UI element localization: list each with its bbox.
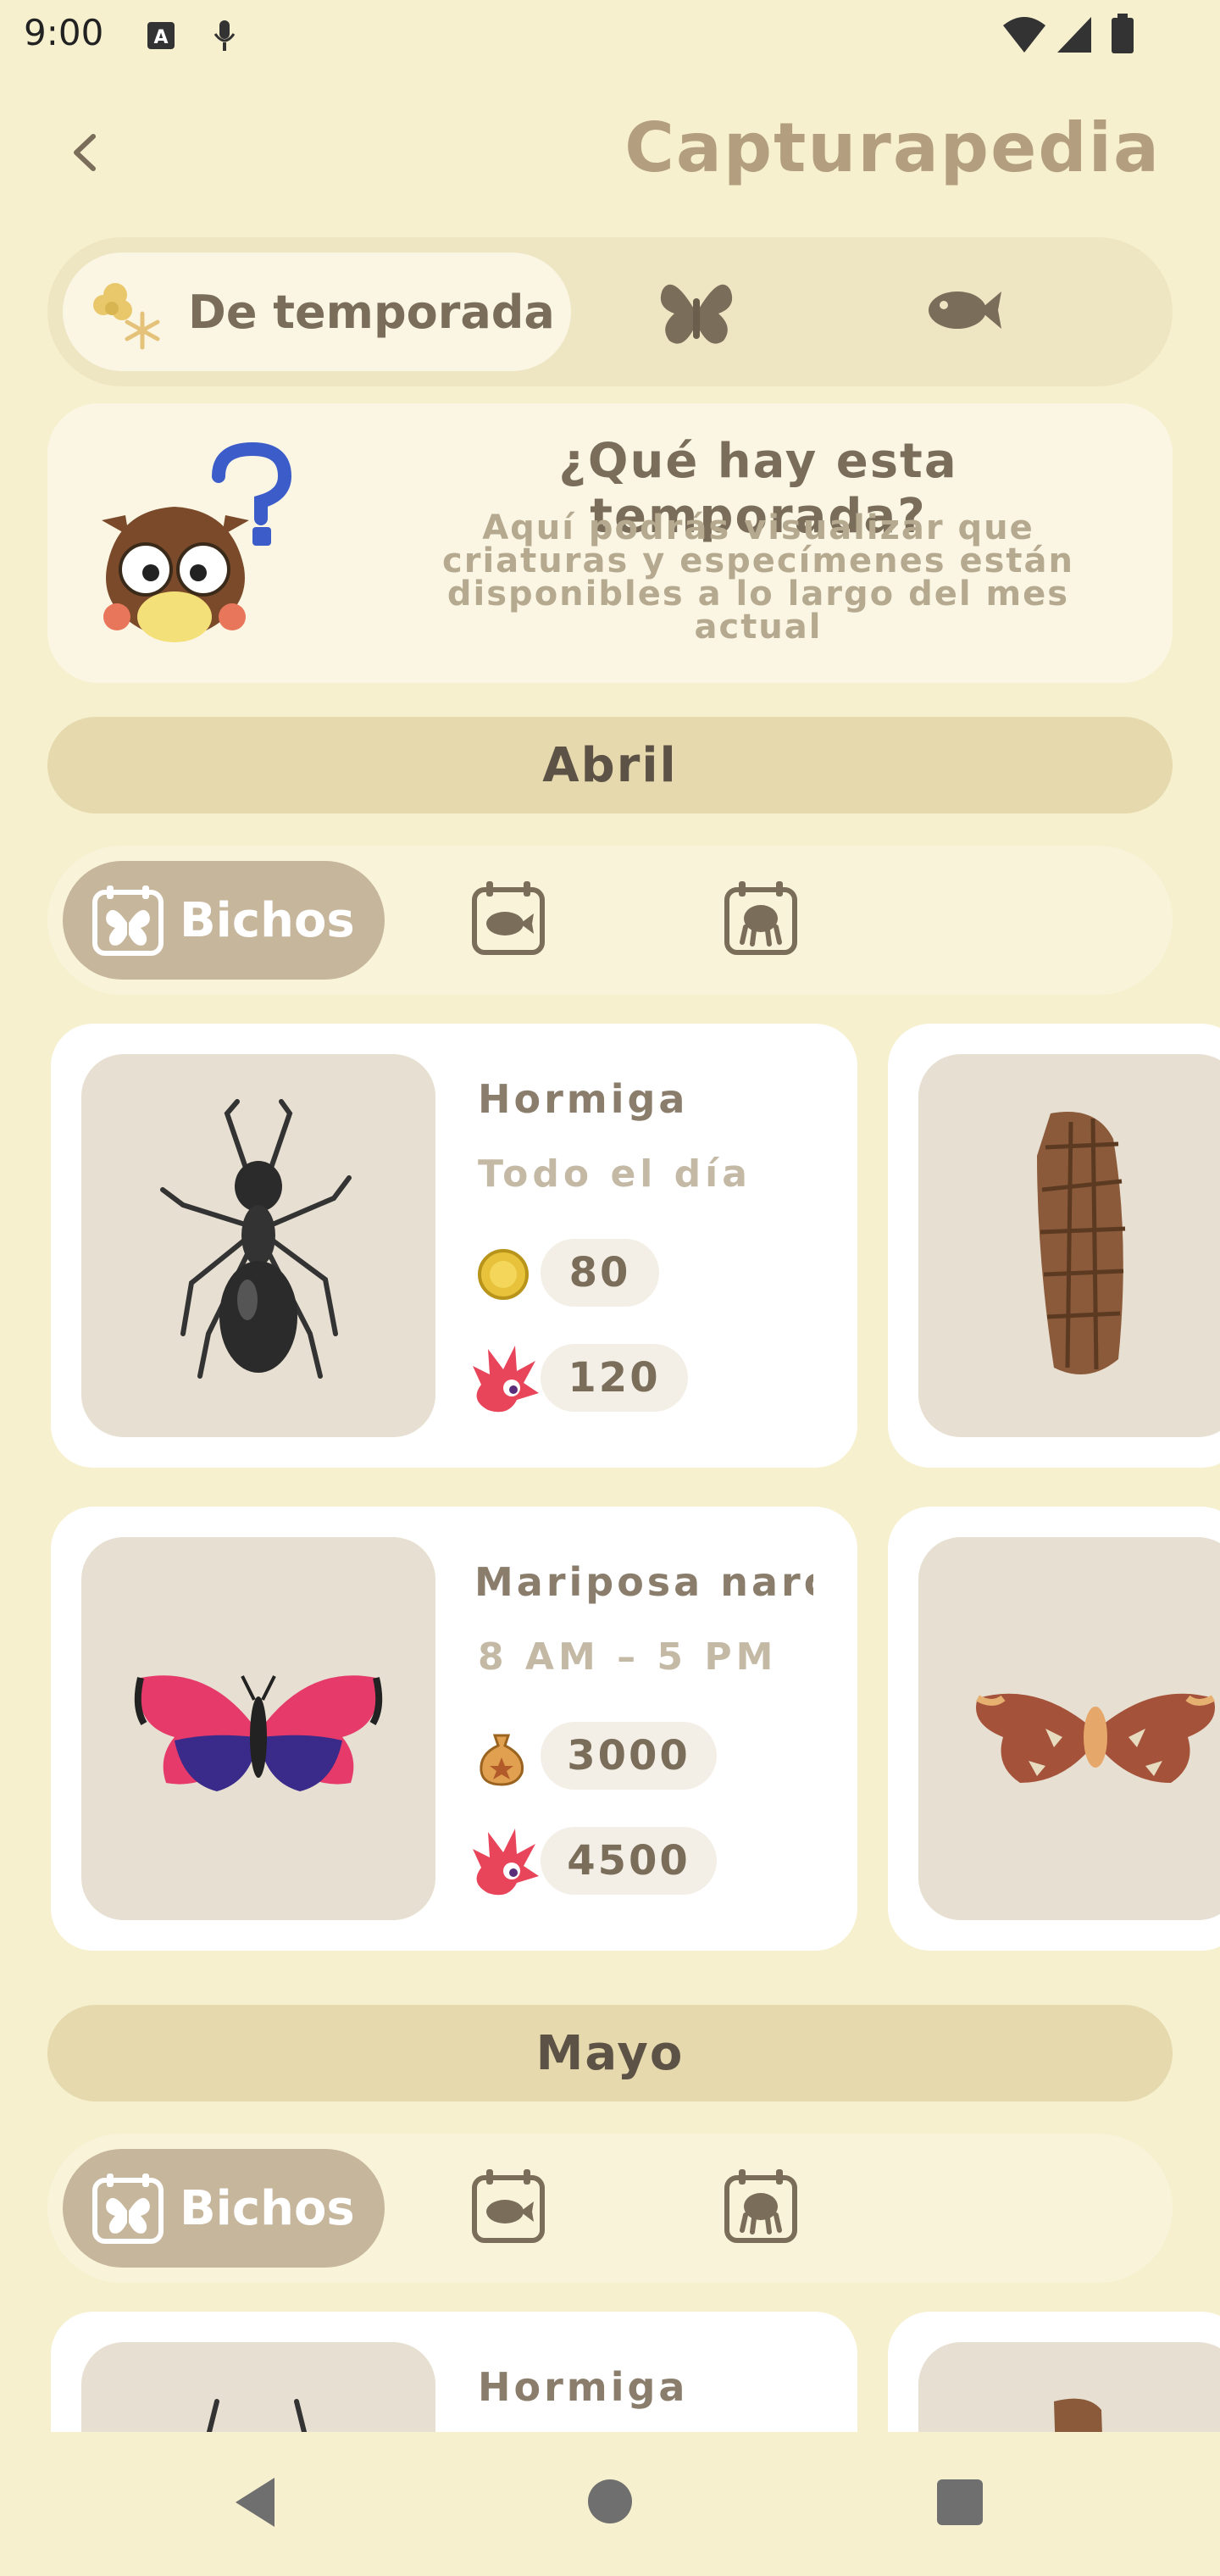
back-button[interactable] bbox=[51, 119, 119, 186]
calendar-bug-icon bbox=[92, 886, 164, 956]
tab-de-temporada-label: De temporada bbox=[188, 285, 555, 339]
moth-icon bbox=[976, 1693, 1215, 1783]
cj-price: 120 bbox=[541, 1344, 688, 1412]
month-header-abril: Abril bbox=[47, 717, 1173, 813]
creature-name: Hormiga bbox=[478, 2364, 689, 2410]
creature-time: 8 AM – 5 PM bbox=[478, 1635, 778, 1679]
mic-icon bbox=[214, 20, 236, 51]
wifi-icon bbox=[1003, 17, 1045, 53]
season-flower-icon bbox=[93, 283, 160, 350]
sell-price: 3000 bbox=[541, 1722, 717, 1790]
blathers-owl-icon bbox=[97, 442, 292, 651]
bagworm-icon bbox=[1037, 1112, 1126, 1374]
keyboard-icon: A bbox=[147, 22, 175, 49]
status-bar: 9:00 A bbox=[0, 0, 1220, 75]
creature-image bbox=[918, 1054, 1220, 1437]
sub-tab-sea-creatures[interactable] bbox=[724, 880, 800, 956]
page-title: Capturapedia bbox=[624, 108, 1161, 187]
chevron-left-icon bbox=[74, 134, 96, 171]
creature-name: Hormiga bbox=[478, 1076, 689, 1122]
sub-tab-bichos-label: Bichos bbox=[180, 892, 355, 948]
tab-de-temporada[interactable]: De temporada bbox=[63, 253, 571, 371]
bell-bag-icon bbox=[480, 1734, 524, 1786]
signal-icon bbox=[1057, 17, 1091, 53]
sub-tab-bichos-label: Bichos bbox=[180, 2180, 355, 2236]
creature-image bbox=[81, 1537, 435, 1920]
cj-icon bbox=[473, 1346, 539, 1413]
nav-recents-icon[interactable] bbox=[937, 2479, 983, 2525]
butterfly-icon bbox=[134, 1675, 383, 1791]
battery-icon bbox=[1112, 14, 1134, 53]
creature-name: Mariposa narci bbox=[474, 1559, 813, 1605]
sub-tab-fish[interactable] bbox=[471, 880, 547, 956]
cj-price: 4500 bbox=[541, 1827, 717, 1895]
sub-tab-bichos[interactable]: Bichos bbox=[63, 861, 385, 980]
ant-icon bbox=[160, 1099, 352, 1379]
bell-coin-icon bbox=[478, 1249, 529, 1300]
creature-image bbox=[81, 1054, 435, 1437]
month-header-mayo: Mayo bbox=[47, 2005, 1173, 2101]
creature-time: Todo el día bbox=[478, 1152, 751, 1196]
creature-image bbox=[918, 1537, 1220, 1920]
tab-bugs[interactable] bbox=[656, 273, 737, 347]
tab-fish[interactable] bbox=[925, 283, 1003, 337]
nav-back-icon[interactable] bbox=[230, 2474, 281, 2530]
sell-price: 80 bbox=[541, 1239, 659, 1307]
sub-tab-fish[interactable] bbox=[471, 2168, 547, 2244]
system-nav-bar bbox=[0, 2432, 1220, 2576]
sub-tab-bichos[interactable]: Bichos bbox=[63, 2149, 385, 2268]
status-time: 9:00 bbox=[24, 12, 104, 53]
nav-home-icon[interactable] bbox=[586, 2478, 634, 2525]
svg-text:A: A bbox=[153, 27, 168, 48]
calendar-bug-icon bbox=[92, 2174, 164, 2244]
cj-icon bbox=[473, 1829, 539, 1896]
info-description: Aquí podrás visualizar que criaturas y e… bbox=[442, 508, 1074, 647]
sub-tab-sea-creatures[interactable] bbox=[724, 2168, 800, 2244]
